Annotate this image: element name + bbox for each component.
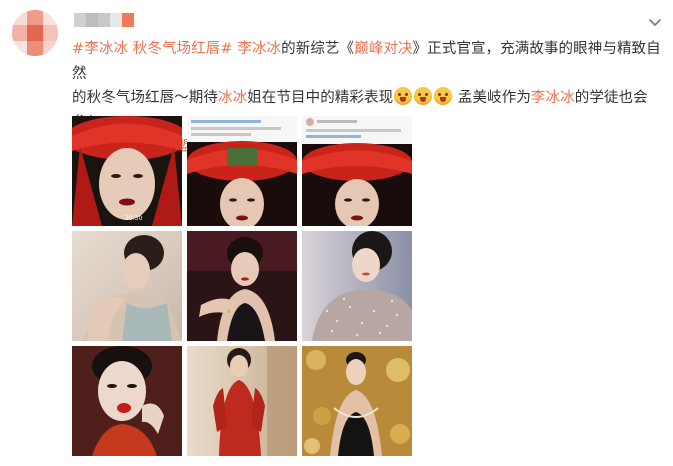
show-link[interactable]: 巅峰对决 [354,41,412,57]
text-segment: 孟美岐作为 [457,90,531,106]
post-image-5[interactable] [187,231,297,341]
post-image-4[interactable] [72,231,182,341]
mention-link[interactable]: 李冰冰 [237,41,281,57]
text-segment: 的新综艺《 [281,41,355,57]
grinning-face-icon [414,87,433,105]
post-image-6[interactable] [302,231,412,341]
text-segment: 姐在节目中的精彩表现 [247,90,394,106]
chevron-down-icon[interactable] [647,14,663,30]
mention-link[interactable]: 冰冰 [218,90,247,106]
grinning-face-icon [434,87,453,105]
hashtag-link[interactable]: #李冰冰 秋冬气场红唇# [72,41,233,57]
post-image-1[interactable]: 20:30 [72,116,182,226]
post-image-3[interactable] [302,116,412,226]
weibo-post-card: #李冰冰 秋冬气场红唇# 李冰冰的新综艺《巅峰对决》正式官宣，充满故事的眼神与精… [0,0,673,466]
username-blurred[interactable] [74,13,134,27]
avatar[interactable] [12,10,58,56]
image-grid: 20:30 [72,116,412,456]
grinning-face-icon [394,87,413,105]
image-caption: 20:30 [125,215,142,222]
post-image-2[interactable] [187,116,297,226]
mention-link[interactable]: 李冰冰 [531,90,575,106]
post-image-9[interactable] [302,346,412,456]
text-segment: 的秋冬气场红唇～期待 [72,90,218,106]
post-image-7[interactable] [72,346,182,456]
post-image-8[interactable] [187,346,297,456]
